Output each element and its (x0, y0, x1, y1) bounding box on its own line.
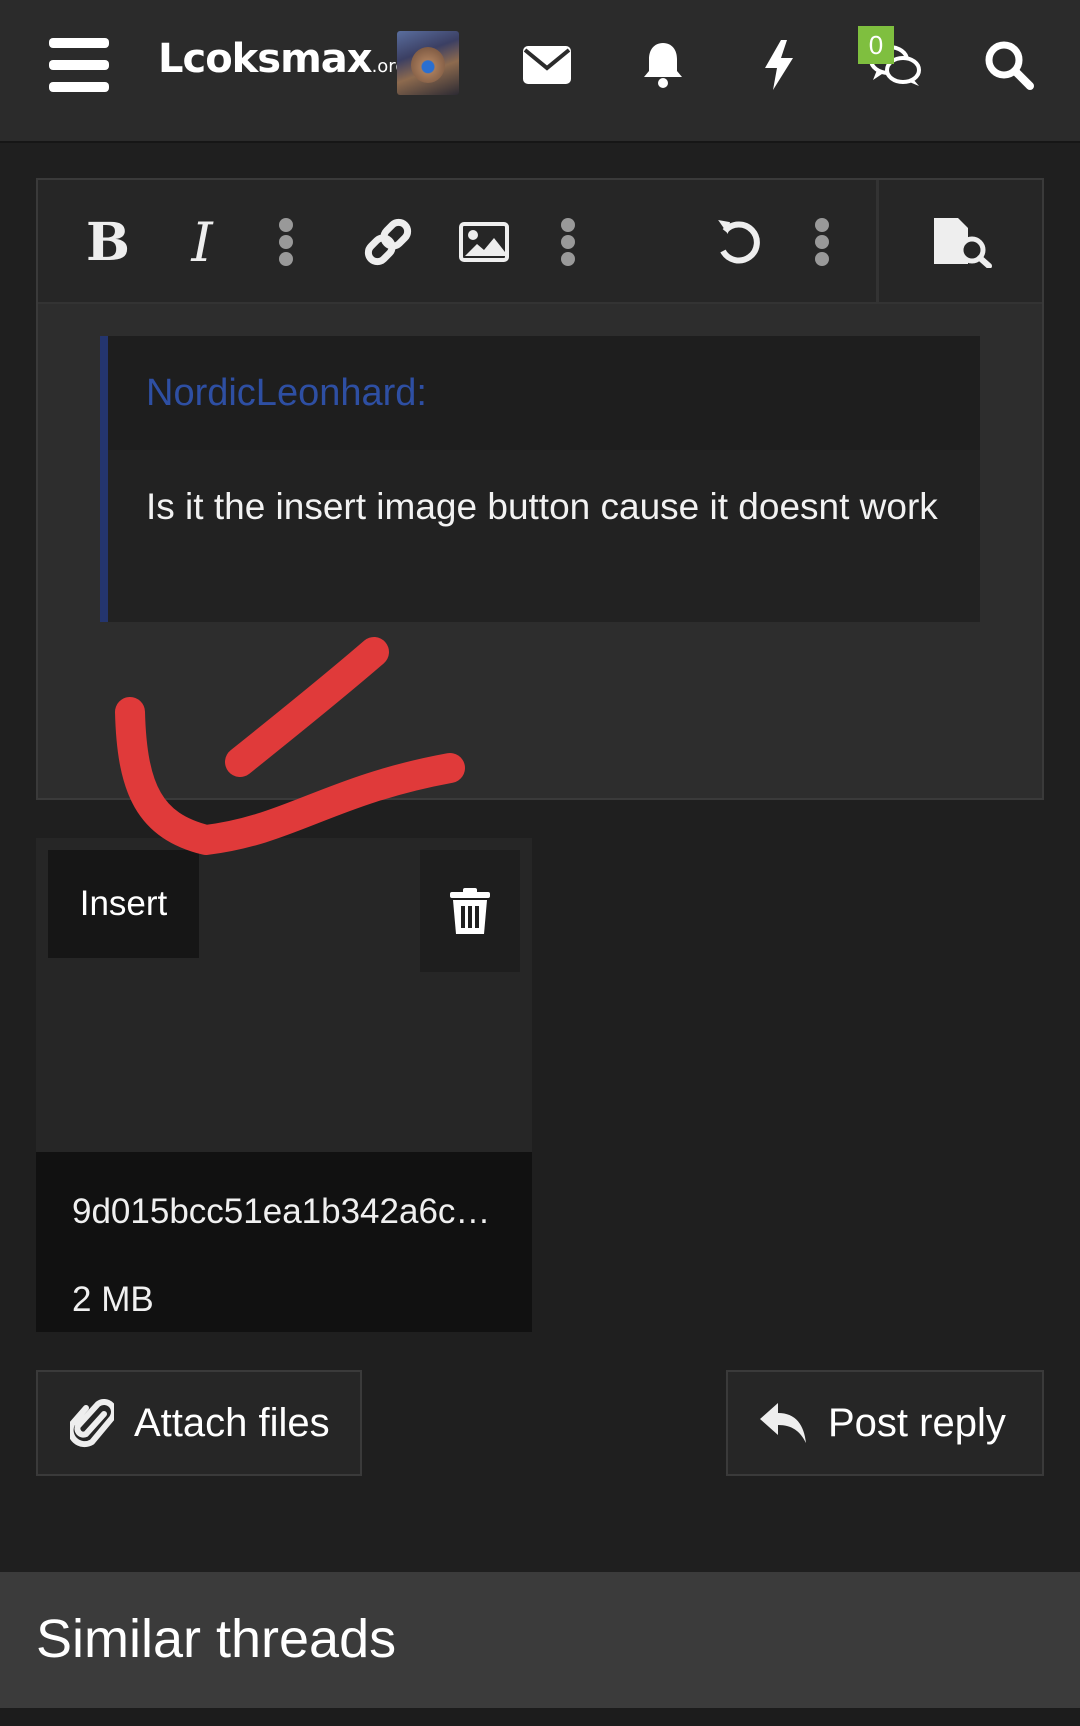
vertical-dots-icon (279, 218, 293, 266)
paperclip-icon (70, 1399, 114, 1448)
bottom-strip (0, 1708, 1080, 1726)
similar-threads-title: Similar threads (36, 1609, 397, 1669)
undo-button[interactable] (698, 202, 778, 282)
attach-files-button[interactable]: Attach files (36, 1370, 362, 1476)
user-avatar[interactable] (397, 31, 459, 95)
editor-toolbar: B I (38, 180, 1042, 304)
post-reply-button[interactable]: Post reply (726, 1370, 1044, 1476)
reply-arrow-icon (760, 1403, 806, 1443)
menu-icon (49, 38, 109, 92)
trash-icon (450, 888, 490, 934)
menu-button[interactable] (38, 24, 120, 106)
alerts-button[interactable] (622, 24, 704, 106)
more-options-button[interactable] (782, 202, 862, 282)
more-insert-options-button[interactable] (528, 202, 608, 282)
lightning-icon (765, 40, 793, 90)
vertical-dots-icon (815, 218, 829, 266)
attachment-file-info: 9d015bcc51ea1b342a6c… 2 MB (36, 1152, 532, 1332)
post-reply-label: Post reply (828, 1400, 1006, 1445)
bold-button[interactable]: B (68, 202, 148, 282)
attachment-card: Insert 9d015bcc51ea1b342a6c… 2 MB (36, 838, 532, 1332)
attachment-file-name: 9d015bcc51ea1b342a6c… (72, 1192, 491, 1231)
search-button[interactable] (968, 24, 1050, 106)
quote-block: NordicLeonhard: Is it the insert image b… (100, 336, 980, 622)
reply-editor[interactable]: B I NordicLeonhard: Is it the insert ima… (36, 178, 1044, 800)
similar-threads-header: Similar threads (0, 1572, 1080, 1708)
image-icon (459, 222, 509, 262)
undo-icon (718, 220, 760, 264)
attachment-file-size: 2 MB (72, 1280, 154, 1319)
insert-image-button[interactable] (444, 202, 524, 282)
search-icon (985, 41, 1034, 90)
link-icon (364, 218, 412, 266)
site-logo[interactable]: Lcoksmax.org (158, 36, 407, 82)
insert-link-button[interactable] (348, 202, 428, 282)
vertical-dots-icon (561, 218, 575, 266)
preview-button[interactable] (922, 202, 1002, 282)
italic-button[interactable]: I (162, 202, 242, 282)
whats-new-button[interactable] (738, 24, 820, 106)
file-preview-icon (934, 218, 992, 268)
top-navigation-bar: Lcoksmax.org 0 (0, 0, 1080, 141)
envelope-icon (523, 46, 571, 84)
delete-attachment-button[interactable] (420, 850, 520, 972)
bell-icon (644, 43, 682, 88)
conversations-badge: 0 (858, 26, 894, 64)
toolbar-divider (876, 180, 879, 304)
quote-author[interactable]: NordicLeonhard: (108, 336, 980, 450)
inbox-button[interactable] (506, 24, 588, 106)
more-text-options-button[interactable] (246, 202, 326, 282)
logo-text: Lcoksmax (158, 36, 373, 82)
insert-attachment-button[interactable]: Insert (48, 850, 199, 958)
quote-body: Is it the insert image button cause it d… (146, 486, 938, 527)
attach-files-label: Attach files (134, 1400, 330, 1445)
